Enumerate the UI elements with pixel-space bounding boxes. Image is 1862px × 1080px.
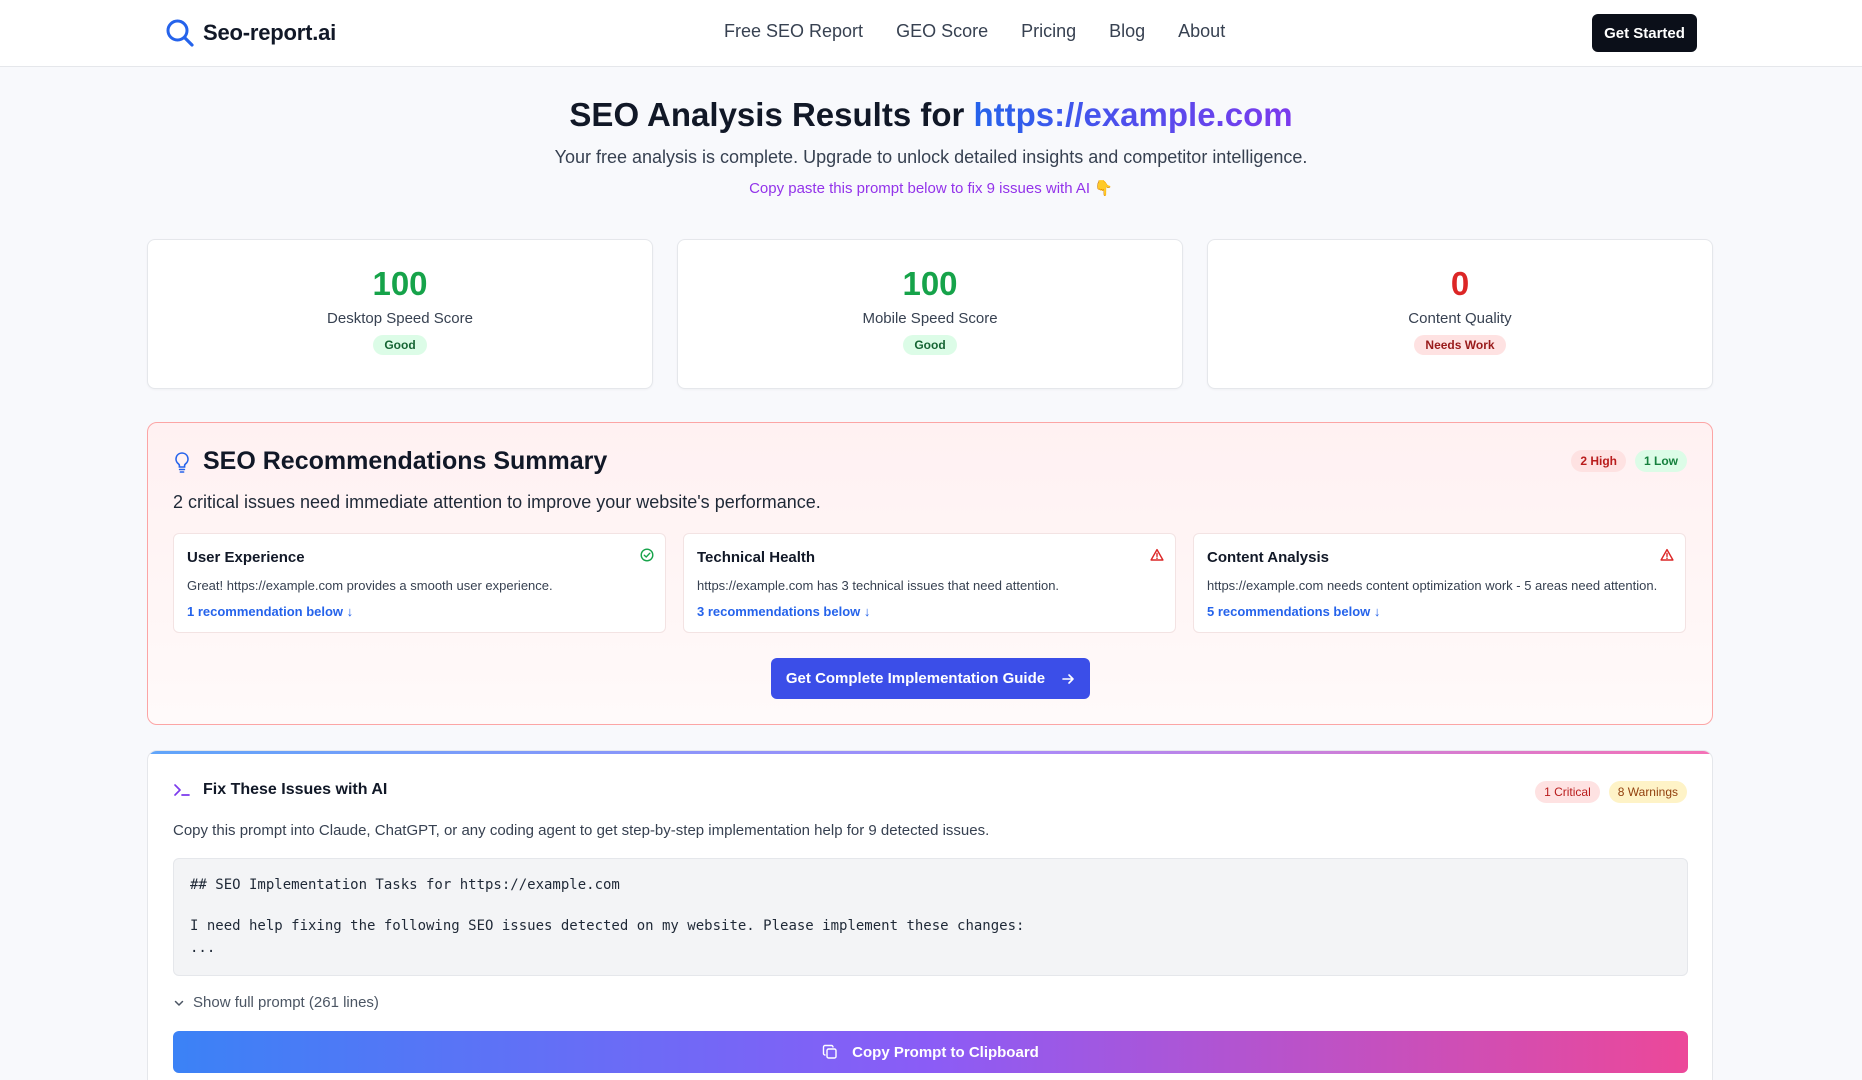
- category-user-experience: User Experience Great! https://example.c…: [173, 533, 666, 633]
- logo[interactable]: Seo-report.ai: [165, 18, 336, 48]
- top-navigation: Seo-report.ai Free SEO Report GEO Score …: [0, 0, 1862, 67]
- nav-link-pricing[interactable]: Pricing: [1021, 21, 1076, 42]
- nav-link-free-seo-report[interactable]: Free SEO Report: [724, 21, 863, 42]
- recommendations-summary: SEO Recommendations Summary 2 High 1 Low…: [147, 422, 1713, 725]
- severity-pills: 2 High 1 Low: [1571, 450, 1687, 472]
- search-icon: [166, 19, 194, 47]
- category-recommendations-link[interactable]: 1 recommendation below ↓: [187, 604, 353, 619]
- category-content-analysis: Content Analysis https://example.com nee…: [1193, 533, 1686, 633]
- check-circle-icon: [640, 548, 654, 562]
- pointing-down-icon: 👇: [1094, 180, 1113, 197]
- gradient-accent-bar: [148, 751, 1712, 754]
- chevron-down-icon: [174, 1000, 184, 1006]
- fix-header: Fix These Issues with AI: [173, 781, 387, 799]
- warnings-pill: 8 Warnings: [1608, 781, 1687, 803]
- content-quality-label: Content Quality: [1408, 310, 1512, 327]
- nav-link-about[interactable]: About: [1178, 21, 1225, 42]
- prompt-note: Copy paste this prompt below to fix 9 is…: [0, 179, 1862, 197]
- nav-link-geo-score[interactable]: GEO Score: [896, 21, 988, 42]
- warning-triangle-icon: [1150, 548, 1164, 561]
- logo-text: Seo-report.ai: [203, 20, 337, 45]
- show-full-prompt-toggle[interactable]: Show full prompt (261 lines): [173, 994, 379, 1011]
- prompt-line: I need help fixing the following SEO iss…: [190, 918, 1025, 934]
- desktop-speed-label: Desktop Speed Score: [327, 310, 473, 327]
- copy-prompt-button[interactable]: Copy Prompt to Clipboard: [173, 1031, 1688, 1073]
- category-title: User Experience: [187, 549, 305, 566]
- content-quality-value: 0: [1450, 265, 1470, 302]
- show-full-prompt-label: Show full prompt (261 lines): [193, 994, 379, 1011]
- copy-icon: [822, 1044, 837, 1059]
- fix-with-ai-panel: Fix These Issues with AI 1 Critical 8 Wa…: [147, 750, 1713, 1080]
- page-subtitle: Your free analysis is complete. Upgrade …: [554, 147, 1308, 167]
- nav-links: Free SEO Report GEO Score Pricing Blog A…: [724, 21, 1225, 42]
- summary-description: 2 critical issues need immediate attenti…: [173, 492, 821, 512]
- lightbulb-icon: [175, 451, 189, 473]
- page-title-prefix: SEO Analysis Results for: [569, 96, 974, 133]
- category-title: Technical Health: [697, 549, 816, 566]
- category-recommendations-link[interactable]: 3 recommendations below ↓: [697, 604, 870, 619]
- mobile-speed-label: Mobile Speed Score: [862, 310, 998, 327]
- category-recommendations-link[interactable]: 5 recommendations below ↓: [1207, 604, 1380, 619]
- page-title: SEO Analysis Results for https://example…: [0, 96, 1862, 134]
- content-quality-card: 0 Content Quality Needs Work: [1207, 239, 1713, 389]
- get-started-button[interactable]: Get Started: [1592, 14, 1697, 52]
- arrow-right-icon: [1062, 673, 1074, 684]
- issue-count-pills: 1 Critical 8 Warnings: [1535, 781, 1687, 803]
- desktop-speed-value: 100: [372, 265, 428, 302]
- nav-link-blog[interactable]: Blog: [1109, 21, 1145, 42]
- category-description: https://example.com needs content optimi…: [1207, 578, 1658, 593]
- summary-title: SEO Recommendations Summary: [203, 447, 608, 475]
- mobile-speed-badge: Good: [903, 335, 957, 355]
- desktop-speed-card: 100 Desktop Speed Score Good: [147, 239, 653, 389]
- analyzed-url: https://example.com: [973, 96, 1293, 133]
- category-title: Content Analysis: [1207, 549, 1329, 566]
- prompt-line: ## SEO Implementation Tasks for https://…: [190, 877, 620, 893]
- content-quality-badge: Needs Work: [1414, 335, 1506, 355]
- category-description: Great! https://example.com provides a sm…: [187, 578, 553, 593]
- implementation-guide-label: Get Complete Implementation Guide: [785, 670, 1046, 687]
- category-technical-health: Technical Health https://example.com has…: [683, 533, 1176, 633]
- high-priority-pill: 2 High: [1571, 450, 1626, 472]
- summary-header: SEO Recommendations Summary: [173, 447, 607, 476]
- desktop-speed-badge: Good: [373, 335, 427, 355]
- critical-pill: 1 Critical: [1535, 781, 1600, 803]
- mobile-speed-card: 100 Mobile Speed Score Good: [677, 239, 1183, 389]
- warning-triangle-icon: [1660, 548, 1674, 561]
- fix-title: Fix These Issues with AI: [203, 781, 388, 798]
- category-description: https://example.com has 3 technical issu…: [697, 578, 1060, 593]
- terminal-icon: [174, 784, 190, 796]
- prompt-note-text: Copy paste this prompt below to fix 9 is…: [749, 180, 1091, 197]
- mobile-speed-value: 100: [902, 265, 958, 302]
- copy-prompt-label: Copy Prompt to Clipboard: [852, 1043, 1039, 1061]
- prompt-line: ...: [190, 940, 216, 956]
- implementation-guide-button[interactable]: Get Complete Implementation Guide: [771, 658, 1090, 699]
- low-priority-pill: 1 Low: [1634, 450, 1687, 472]
- fix-description: Copy this prompt into Claude, ChatGPT, o…: [173, 822, 990, 839]
- prompt-preview[interactable]: ## SEO Implementation Tasks for https://…: [173, 858, 1688, 976]
